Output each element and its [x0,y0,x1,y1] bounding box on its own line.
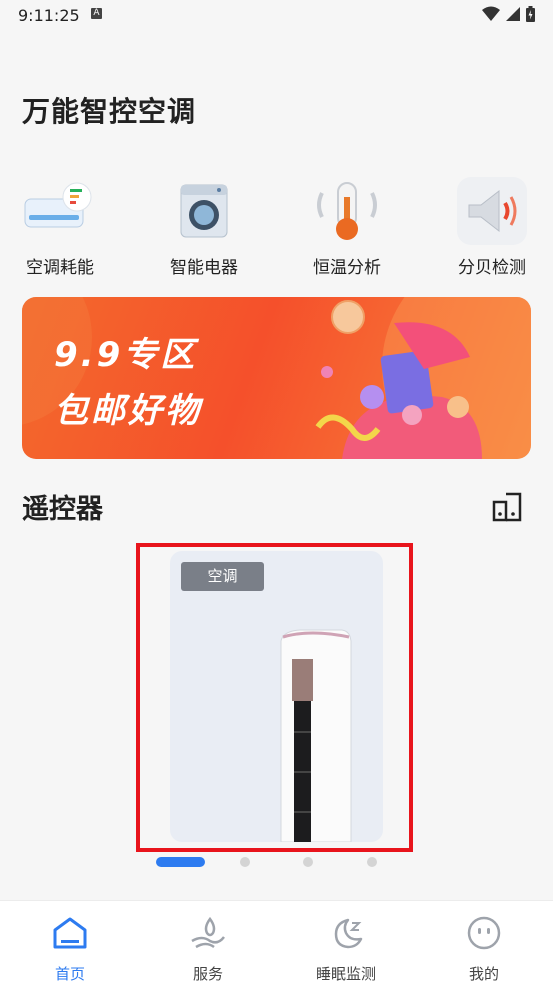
nav-home[interactable]: 首页 [10,915,130,984]
status-icons [482,6,535,22]
nav-profile[interactable]: 我的 [424,915,544,984]
feature-label: 分贝检测 [458,258,526,278]
nav-label: 服务 [192,965,223,983]
ac-energy-icon [21,175,99,247]
battery-icon [526,6,535,22]
home-icon [53,917,87,949]
pager-indicator-active[interactable] [156,857,205,867]
nav-service[interactable]: 服务 [148,915,268,984]
feature-label: 恒温分析 [313,258,381,278]
nav-label: 睡眠监测 [315,965,376,983]
promo-banner[interactable]: 9.9专区 包邮好物 [22,297,531,459]
status-time: 9:11:25 [18,6,80,25]
page-title: 万能智控空调 [22,95,197,128]
signal-icon [506,7,520,21]
speaker-icon [453,175,531,247]
profile-face-icon [467,916,501,950]
service-icon [191,916,225,949]
feature-ac-energy[interactable]: 空调耗能 [10,175,110,278]
device-card-air-conditioner[interactable]: 空调 [170,551,383,842]
thermometer-icon [308,175,386,247]
feature-thermostat-analysis[interactable]: 恒温分析 [297,175,397,278]
pager-dot[interactable] [240,857,250,867]
pager-dot[interactable] [367,857,377,867]
feature-decibel-detection[interactable]: 分贝检测 [442,175,542,278]
feature-shortcuts: 空调耗能 智能电器 恒温分析 分贝检测 [0,175,553,278]
add-device-icon[interactable] [492,490,522,522]
pager-dot[interactable] [303,857,313,867]
washing-machine-icon [165,175,243,247]
sleep-moon-icon [334,918,363,949]
nav-label: 首页 [54,965,85,983]
carousel-pager [0,856,553,868]
nav-label: 我的 [468,965,499,983]
notification-icon: A [91,8,102,19]
bottom-navigation: 首页 服务 睡眠监测 我的 [0,900,553,985]
air-conditioner-image [280,629,352,842]
wifi-icon [482,6,500,21]
banner-subheadline: 包邮好物 [54,391,202,431]
feature-smart-appliance[interactable]: 智能电器 [154,175,254,278]
feature-label: 智能电器 [170,258,238,278]
banner-decoration [22,297,531,459]
remote-section-title: 遥控器 [22,494,103,525]
feature-label: 空调耗能 [26,258,94,278]
status-bar: 9:11:25 A [0,0,553,32]
nav-sleep-monitor[interactable]: 睡眠监测 [286,915,406,984]
banner-headline: 9.9专区 [54,335,198,375]
